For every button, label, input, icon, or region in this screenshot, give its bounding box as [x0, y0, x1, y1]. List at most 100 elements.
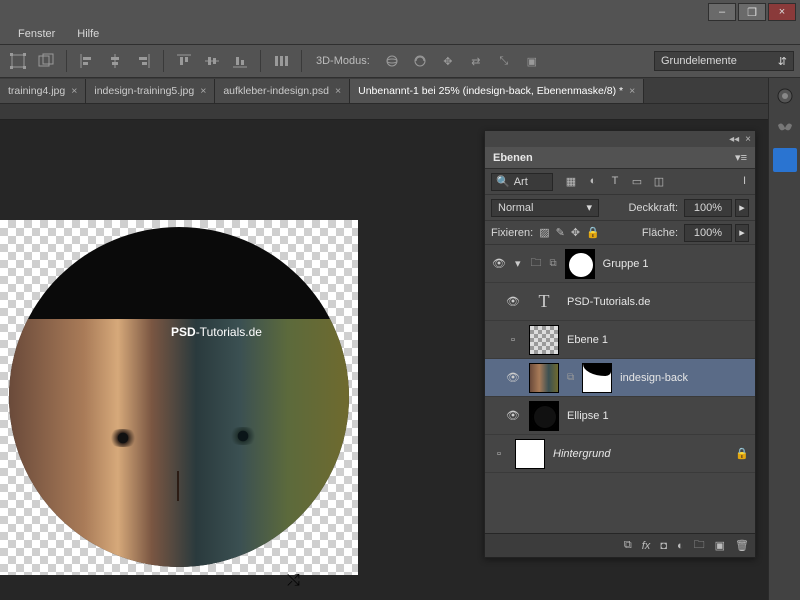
visibility-toggle[interactable]: ▫ — [505, 332, 521, 348]
cascade-icon[interactable] — [34, 49, 58, 73]
layer-name[interactable]: Ellipse 1 — [567, 410, 609, 422]
slide-3d-icon[interactable]: ⇄ — [464, 49, 488, 73]
layer-ellipse-1[interactable]: 👁 Ellipse 1 — [485, 397, 755, 435]
workspace-dropdown[interactable]: Grundelemente ⇵ — [654, 51, 794, 71]
align-center-h-icon[interactable] — [103, 49, 127, 73]
layer-thumbnail[interactable] — [515, 439, 545, 469]
folder-icon: 🗀 — [531, 254, 542, 273]
layer-name[interactable]: indesign-back — [620, 372, 688, 384]
layer-name[interactable]: Ebene 1 — [567, 334, 608, 346]
align-top-icon[interactable] — [172, 49, 196, 73]
doc-tab-training5[interactable]: indesign-training5.jpg × — [86, 79, 215, 103]
doc-tab-aufkleber[interactable]: aufkleber-indesign.psd × — [215, 79, 350, 103]
scale-3d-icon[interactable]: ⤡ — [492, 49, 516, 73]
layer-thumbnail[interactable] — [529, 363, 559, 393]
active-tool-icon[interactable] — [773, 148, 797, 172]
lock-icon[interactable]: 🔒 — [735, 447, 749, 460]
transform-controls-icon[interactable] — [6, 49, 30, 73]
visibility-toggle[interactable]: ▫ — [491, 446, 507, 462]
close-icon[interactable]: × — [200, 85, 206, 97]
orbit-3d-icon[interactable] — [380, 49, 404, 73]
layer-group-1[interactable]: 👁 ▾ 🗀 ⧉ Gruppe 1 — [485, 245, 755, 283]
mode-3d-label: 3D-Modus: — [316, 55, 370, 67]
lock-position-icon[interactable]: ✥ — [571, 226, 580, 239]
type-layer-icon: T — [529, 287, 559, 317]
window-close-button[interactable]: × — [768, 3, 796, 21]
visibility-toggle[interactable]: 👁 — [505, 370, 521, 386]
mask-thumbnail[interactable] — [565, 249, 595, 279]
distribute-icon[interactable] — [269, 49, 293, 73]
align-bottom-icon[interactable] — [228, 49, 252, 73]
align-right-icon[interactable] — [131, 49, 155, 73]
align-left-icon[interactable] — [75, 49, 99, 73]
link-layers-icon[interactable]: ⧉ — [624, 539, 632, 552]
close-icon[interactable]: × — [335, 85, 341, 97]
filter-smart-icon[interactable]: ◫ — [651, 175, 667, 188]
filter-kind-dropdown[interactable]: 🔍 Art — [491, 173, 553, 191]
butterfly-icon[interactable] — [773, 116, 797, 140]
doc-tab-training4[interactable]: training4.jpg × — [0, 79, 86, 103]
panel-title: Ebenen — [493, 152, 533, 164]
brand-bold: PSD — [171, 325, 196, 339]
panel-menu-icon[interactable]: ▾≡ — [735, 151, 747, 164]
doc-tab-label: indesign-training5.jpg — [94, 85, 194, 97]
blend-opacity-row: Normal ▾ Deckkraft: 100% ▸ — [485, 195, 755, 221]
window-minimize-button[interactable]: – — [708, 3, 736, 21]
layer-name[interactable]: Gruppe 1 — [603, 258, 649, 270]
blend-mode-value: Normal — [498, 202, 533, 214]
document-canvas[interactable]: PSD-Tutorials.de ⤭ — [0, 220, 358, 575]
brand-rest: -Tutorials.de — [196, 325, 262, 339]
opacity-value-field[interactable]: 100% — [684, 199, 732, 217]
filter-adjust-icon[interactable]: ◐ — [585, 175, 601, 188]
layer-thumbnail[interactable] — [529, 325, 559, 355]
pan-3d-icon[interactable]: ✥ — [436, 49, 460, 73]
visibility-toggle[interactable]: 👁 — [491, 256, 507, 272]
close-icon[interactable]: × — [745, 134, 751, 145]
visibility-toggle[interactable]: 👁 — [505, 408, 521, 424]
ruler-horizontal[interactable] — [0, 104, 800, 120]
layer-text-psd[interactable]: 👁 T PSD-Tutorials.de — [485, 283, 755, 321]
fill-stepper[interactable]: ▸ — [735, 224, 749, 242]
layer-thumbnail[interactable] — [529, 401, 559, 431]
lock-pixels-icon[interactable]: ✎ — [556, 226, 565, 239]
filter-type-icon[interactable]: T — [607, 175, 623, 188]
chevron-updown-icon: ⇵ — [778, 55, 787, 68]
new-layer-icon[interactable]: ▣ — [715, 539, 725, 552]
camera-3d-icon[interactable]: ▣ — [520, 49, 544, 73]
filter-shape-icon[interactable]: ▭ — [629, 175, 645, 188]
delete-layer-icon[interactable]: 🗑 — [735, 539, 749, 552]
visibility-toggle[interactable]: 👁 — [505, 294, 521, 310]
doc-tab-unbenannt[interactable]: Unbenannt-1 bei 25% (indesign-back, Eben… — [350, 79, 644, 103]
lock-transparent-icon[interactable]: ▨ — [539, 226, 549, 239]
lock-all-icon[interactable]: 🔒 — [586, 226, 600, 239]
layer-name[interactable]: Hintergrund — [553, 448, 610, 460]
orb-icon[interactable] — [773, 84, 797, 108]
align-center-v-icon[interactable] — [200, 49, 224, 73]
new-group-icon[interactable]: 🗀 — [694, 536, 705, 555]
window-maximize-button[interactable]: ❐ — [738, 3, 766, 21]
double-chevron-left-icon[interactable]: ◂◂ — [729, 134, 739, 145]
close-icon[interactable]: × — [629, 85, 635, 97]
doc-tab-label: training4.jpg — [8, 85, 65, 97]
lock-label: Fixieren: — [491, 227, 533, 239]
close-icon[interactable]: × — [71, 85, 77, 97]
new-fill-adjust-icon[interactable]: ◐ — [677, 540, 684, 552]
fill-value-field[interactable]: 100% — [684, 224, 732, 242]
layer-ebene-1[interactable]: ▫ Ebene 1 — [485, 321, 755, 359]
layer-indesign-back[interactable]: 👁 ⧉ indesign-back — [485, 359, 755, 397]
filter-pixel-icon[interactable]: ▦ — [563, 175, 579, 188]
layer-fx-icon[interactable]: fx — [642, 540, 651, 552]
chevron-down-icon: ▾ — [586, 201, 592, 214]
menu-hilfe[interactable]: Hilfe — [77, 28, 99, 40]
add-mask-icon[interactable]: ◘ — [660, 540, 667, 552]
opacity-stepper[interactable]: ▸ — [735, 199, 749, 217]
layer-name[interactable]: PSD-Tutorials.de — [567, 296, 650, 308]
group-expand-toggle[interactable]: ▾ — [515, 257, 521, 270]
doc-tab-label: Unbenannt-1 bei 25% (indesign-back, Eben… — [358, 85, 623, 97]
layer-background[interactable]: ▫ Hintergrund 🔒 — [485, 435, 755, 473]
roll-3d-icon[interactable] — [408, 49, 432, 73]
menu-fenster[interactable]: Fenster — [18, 28, 55, 40]
filter-toggle-switch[interactable]: ⏽ — [740, 175, 749, 188]
blend-mode-dropdown[interactable]: Normal ▾ — [491, 199, 599, 217]
mask-thumbnail[interactable] — [582, 363, 612, 393]
